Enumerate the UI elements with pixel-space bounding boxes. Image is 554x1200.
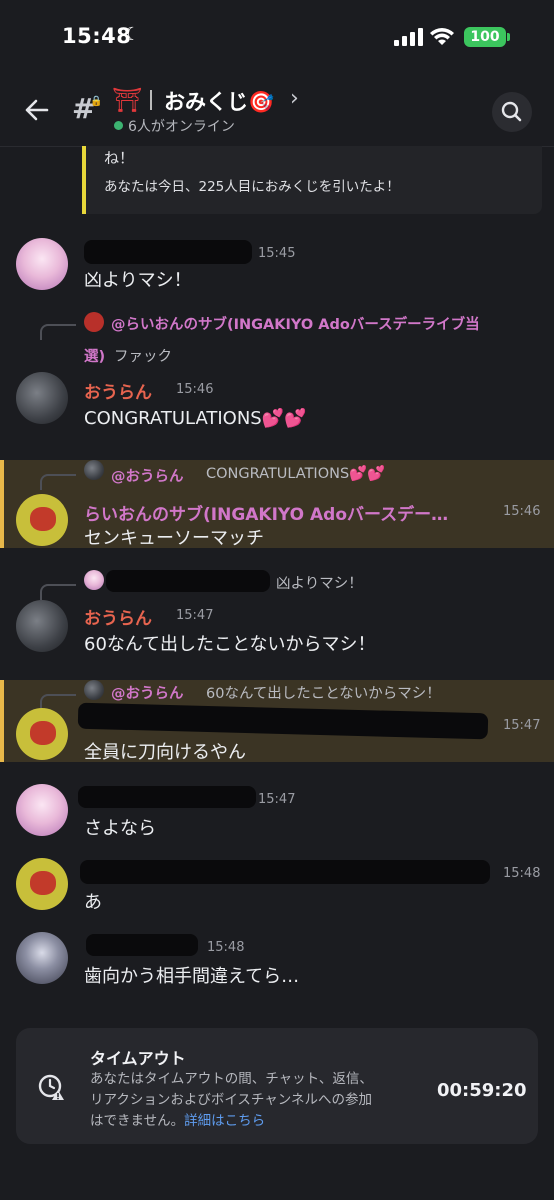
timeout-description: リアクションおよびボイスチャンネルへの参加 [90, 1092, 373, 1108]
reply-username[interactable]: @おうらん [111, 465, 184, 486]
redacted-username [86, 934, 198, 956]
message-timestamp: 15:48 [207, 940, 245, 955]
avatar[interactable] [16, 858, 68, 910]
lock-icon: 🔒 [90, 96, 103, 107]
timeout-description-last: はできません。詳細はこちら [90, 1111, 420, 1132]
status-time: 15:48 [62, 24, 132, 48]
search-icon [501, 101, 522, 122]
embed-text: ね！ [104, 149, 135, 167]
battery-indicator: 100 [464, 27, 506, 47]
message-timestamp: 15:47 [258, 792, 296, 807]
channel-name[interactable]: おみくじ🎯 [164, 86, 274, 116]
message-text: あ [84, 892, 102, 913]
avatar[interactable] [16, 708, 68, 760]
title-separator [150, 90, 152, 110]
avatar[interactable] [16, 784, 68, 836]
reply-avatar [84, 680, 104, 700]
message-text: 凶よりマシ！ [84, 270, 192, 291]
timeout-title: タイムアウト [90, 1049, 186, 1068]
online-count: 6人がオンライン [128, 119, 235, 135]
embed-text: あなたは今日、225人目におみくじを引いたよ！ [104, 179, 400, 195]
message-text: 歯向かう相手間違えてら… [84, 966, 300, 987]
back-arrow-icon[interactable] [22, 96, 50, 124]
message-text: 60なんて出したことないからマシ！ [84, 634, 376, 655]
message-timestamp: 15:45 [258, 246, 296, 261]
message-text: センキューソーマッチ [84, 528, 264, 549]
message-text: CONGRATULATIONS💕💕 [84, 408, 307, 429]
message-timestamp: 15:47 [503, 718, 541, 733]
message-timestamp: 15:46 [176, 382, 214, 397]
reply-username[interactable]: @おうらん [111, 682, 184, 703]
details-link[interactable]: 詳細はこちら [184, 1113, 265, 1129]
redacted-username [106, 570, 270, 592]
reply-connector [40, 584, 76, 600]
avatar[interactable] [16, 372, 68, 424]
wifi-icon [430, 28, 454, 45]
message-timestamp: 15:46 [503, 504, 541, 519]
reply-username[interactable]: @らいおんのサブ(INGAKIYO Adoバースデーライブ当 [111, 313, 480, 334]
message-text: さよなら [84, 818, 156, 839]
message-text: 全員に刀向けるやん [84, 742, 246, 763]
redacted-username [80, 860, 490, 884]
cellular-signal-icon [394, 28, 423, 46]
avatar[interactable] [16, 600, 68, 652]
message-username[interactable]: おうらん [84, 604, 152, 629]
redacted-username [84, 240, 252, 264]
reply-preview[interactable]: 凶よりマシ！ [276, 572, 363, 593]
reply-preview[interactable]: ファック [114, 345, 172, 366]
avatar[interactable] [16, 238, 68, 290]
message-username[interactable]: おうらん [84, 378, 152, 403]
reply-preview[interactable]: 60なんて出したことないからマシ！ [206, 682, 441, 703]
battery-cap [507, 33, 510, 41]
reply-connector [40, 324, 76, 340]
reply-username-cont[interactable]: 選) [84, 345, 105, 366]
redacted-username [78, 786, 256, 808]
timeout-remaining: 00:59:20 [437, 1080, 527, 1101]
reply-connector [40, 474, 76, 490]
reply-avatar [84, 312, 104, 332]
message-timestamp: 15:48 [503, 866, 541, 881]
chevron-right-icon[interactable]: › [290, 86, 299, 111]
torii-icon: ⛩ [112, 86, 143, 114]
reply-avatar [84, 460, 104, 480]
timeout-clock-icon [38, 1074, 64, 1100]
reply-avatar [84, 570, 104, 590]
online-status-dot [114, 121, 123, 130]
timeout-description: はできません。 [90, 1113, 185, 1129]
moon-icon: ☾ [124, 24, 141, 45]
timeout-description: あなたはタイムアウトの間、チャット、返信、 [90, 1071, 373, 1087]
avatar[interactable] [16, 932, 68, 984]
search-button[interactable] [492, 92, 532, 132]
avatar[interactable] [16, 494, 68, 546]
message-username[interactable]: らいおんのサブ(INGAKIYO Adoバースデー… [84, 500, 448, 525]
message-timestamp: 15:47 [176, 608, 214, 623]
reply-preview[interactable]: CONGRATULATIONS💕💕 [206, 465, 385, 482]
